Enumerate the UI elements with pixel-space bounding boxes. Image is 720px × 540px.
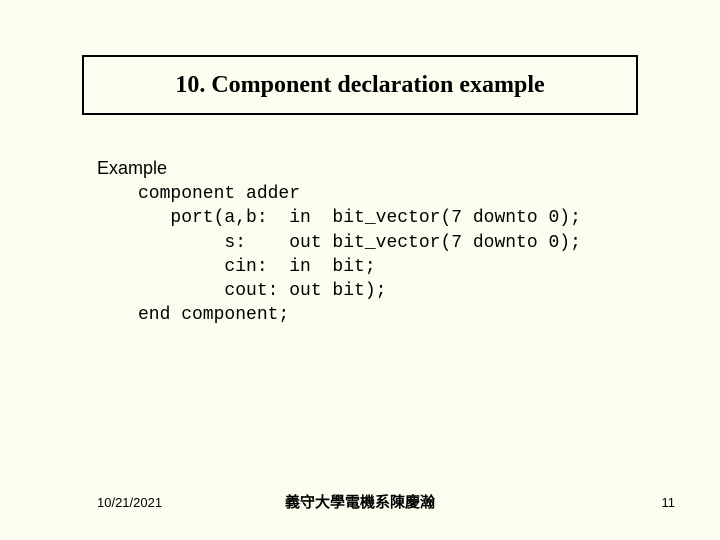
title-box: 10. Component declaration example <box>82 55 638 115</box>
footer-page-number: 11 <box>662 495 676 510</box>
footer-center: 義守大學電機系陳慶瀚 <box>0 491 720 512</box>
example-label: Example <box>97 158 167 179</box>
slide-title: 10. Component declaration example <box>175 72 544 99</box>
code-block: component adder port(a,b: in bit_vector(… <box>138 182 581 328</box>
